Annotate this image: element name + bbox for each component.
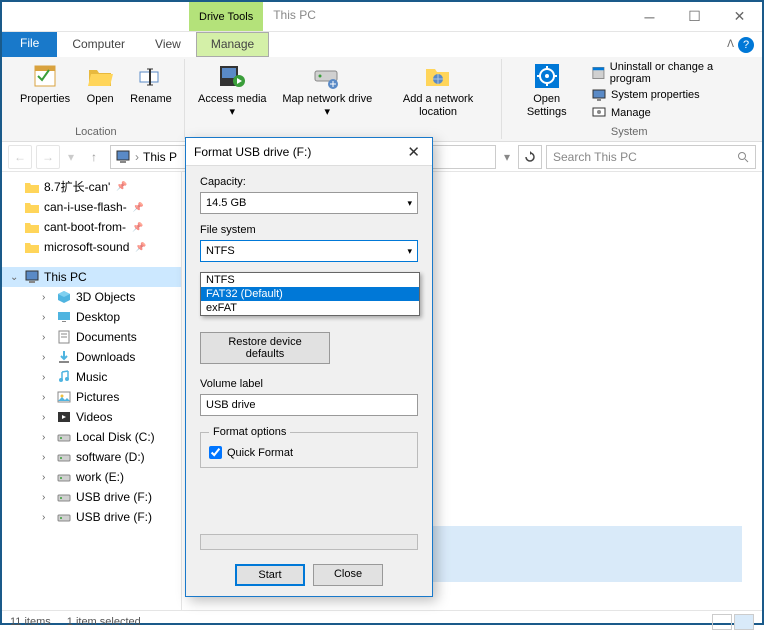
restore-defaults-button[interactable]: Restore device defaults xyxy=(200,332,330,364)
add-network-location-button[interactable]: Add a network location xyxy=(381,59,496,137)
uninstall-icon xyxy=(591,65,606,81)
start-button[interactable]: Start xyxy=(235,564,305,586)
folder-icon xyxy=(24,239,40,255)
format-options-group: Format options Quick Format xyxy=(200,426,418,468)
tree-item[interactable]: ›Desktop xyxy=(2,307,181,327)
filesystem-option[interactable]: NTFS xyxy=(201,273,419,287)
media-icon xyxy=(217,61,247,91)
tab-view[interactable]: View xyxy=(140,32,196,57)
tree-item[interactable]: can-i-use-flash- xyxy=(2,197,181,217)
ribbon-tabs: File Computer View Manage ᐱ ? xyxy=(2,32,762,57)
window-titlebar: Drive Tools This PC ─ ☐ ✕ xyxy=(2,2,762,32)
contextual-tab-drive-tools: Drive Tools xyxy=(189,2,263,31)
this-pc-icon xyxy=(24,269,40,285)
tree-item[interactable]: ›Videos xyxy=(2,407,181,427)
format-progress-bar xyxy=(200,534,418,550)
status-selection: 1 item selected xyxy=(67,616,141,628)
tree-this-pc[interactable]: ⌄ This PC xyxy=(2,267,181,287)
tree-item[interactable]: ›Documents xyxy=(2,327,181,347)
tab-computer[interactable]: Computer xyxy=(57,32,140,57)
tab-file[interactable]: File xyxy=(2,32,57,57)
filesystem-label: File system xyxy=(200,224,418,236)
open-settings-button[interactable]: Open Settings xyxy=(508,59,585,125)
system-properties-button[interactable]: System properties xyxy=(591,87,746,103)
filesystem-option[interactable]: FAT32 (Default) xyxy=(201,287,419,301)
ribbon: Properties Open Rename Location Access m… xyxy=(2,57,762,142)
tree-item[interactable]: ›USB drive (F:) xyxy=(2,487,181,507)
capacity-select[interactable]: 14.5 GB▾ xyxy=(200,192,418,214)
tab-manage[interactable]: Manage xyxy=(196,32,269,57)
window-title: This PC xyxy=(263,2,627,31)
nav-history-button[interactable]: ▾ xyxy=(64,145,78,169)
search-input[interactable]: Search This PC xyxy=(546,145,756,169)
map-network-drive-button[interactable]: Map network drive ▾ xyxy=(276,59,379,137)
tree-item[interactable]: ›Local Disk (C:) xyxy=(2,427,181,447)
tree-item[interactable]: ›software (D:) xyxy=(2,447,181,467)
tree-item[interactable]: 8.7扩长-can' xyxy=(2,176,181,197)
tree-item[interactable]: microsoft-sound xyxy=(2,237,181,257)
search-icon xyxy=(737,151,749,163)
tree-item[interactable]: ›Pictures xyxy=(2,387,181,407)
view-large-icons-button[interactable] xyxy=(734,614,754,630)
filesystem-option[interactable]: exFAT xyxy=(201,301,419,315)
dialog-close-button[interactable]: ✕ xyxy=(403,143,424,161)
status-bar: 11 items 1 item selected xyxy=(2,610,762,632)
folder-icon xyxy=(24,179,40,195)
folder-icon xyxy=(24,199,40,215)
refresh-icon xyxy=(524,151,536,163)
this-pc-icon xyxy=(115,149,131,165)
maximize-button[interactable]: ☐ xyxy=(672,2,717,31)
open-folder-icon xyxy=(85,61,115,91)
tree-item[interactable]: ›3D Objects xyxy=(2,287,181,307)
capacity-label: Capacity: xyxy=(200,176,418,188)
quick-format-checkbox[interactable]: Quick Format xyxy=(209,446,409,459)
rename-button[interactable]: Rename xyxy=(124,59,178,125)
volume-label-label: Volume label xyxy=(200,378,418,390)
tree-item[interactable]: ›Music xyxy=(2,367,181,387)
ribbon-group-system-label: System xyxy=(611,125,648,139)
manage-icon xyxy=(591,105,607,121)
tree-item[interactable]: ›work (E:) xyxy=(2,467,181,487)
tree-item[interactable]: ›USB drive (F:) xyxy=(2,507,181,527)
ribbon-expand[interactable]: ᐱ ? xyxy=(719,32,762,57)
close-window-button[interactable]: ✕ xyxy=(717,2,762,31)
properties-button[interactable]: Properties xyxy=(14,59,76,125)
dialog-title: Format USB drive (F:) xyxy=(194,145,311,159)
navigation-tree[interactable]: 8.7扩长-can' can-i-use-flash- cant-boot-fr… xyxy=(2,172,182,610)
help-icon[interactable]: ? xyxy=(738,37,754,53)
nav-back-button[interactable]: ← xyxy=(8,145,32,169)
status-item-count: 11 items xyxy=(10,616,51,628)
tree-item[interactable]: ›Downloads xyxy=(2,347,181,367)
nav-up-button[interactable]: ↑ xyxy=(82,145,106,169)
volume-label-input[interactable] xyxy=(200,394,418,416)
uninstall-program-button[interactable]: Uninstall or change a program xyxy=(591,61,746,85)
settings-icon xyxy=(532,61,562,91)
system-icon xyxy=(591,87,607,103)
rename-icon xyxy=(136,61,166,91)
filesystem-select[interactable]: NTFS▾ xyxy=(200,240,418,262)
minimize-button[interactable]: ─ xyxy=(627,2,672,31)
refresh-button[interactable] xyxy=(518,145,542,169)
ribbon-group-location-label: Location xyxy=(75,125,117,139)
close-button[interactable]: Close xyxy=(313,564,383,586)
nav-forward-button[interactable]: → xyxy=(36,145,60,169)
folder-icon xyxy=(24,219,40,235)
address-dropdown-button[interactable]: ▾ xyxy=(500,150,514,164)
tree-item[interactable]: cant-boot-from- xyxy=(2,217,181,237)
format-dialog: Format USB drive (F:) ✕ Capacity: 14.5 G… xyxy=(185,137,433,597)
network-drive-icon xyxy=(312,61,342,91)
open-button[interactable]: Open xyxy=(78,59,122,125)
filesystem-dropdown[interactable]: NTFSFAT32 (Default)exFAT xyxy=(200,272,420,316)
add-network-icon xyxy=(423,61,453,91)
manage-button[interactable]: Manage xyxy=(591,105,746,121)
view-details-button[interactable] xyxy=(712,614,732,630)
access-media-button[interactable]: Access media ▾ xyxy=(191,59,274,137)
properties-icon xyxy=(30,61,60,91)
